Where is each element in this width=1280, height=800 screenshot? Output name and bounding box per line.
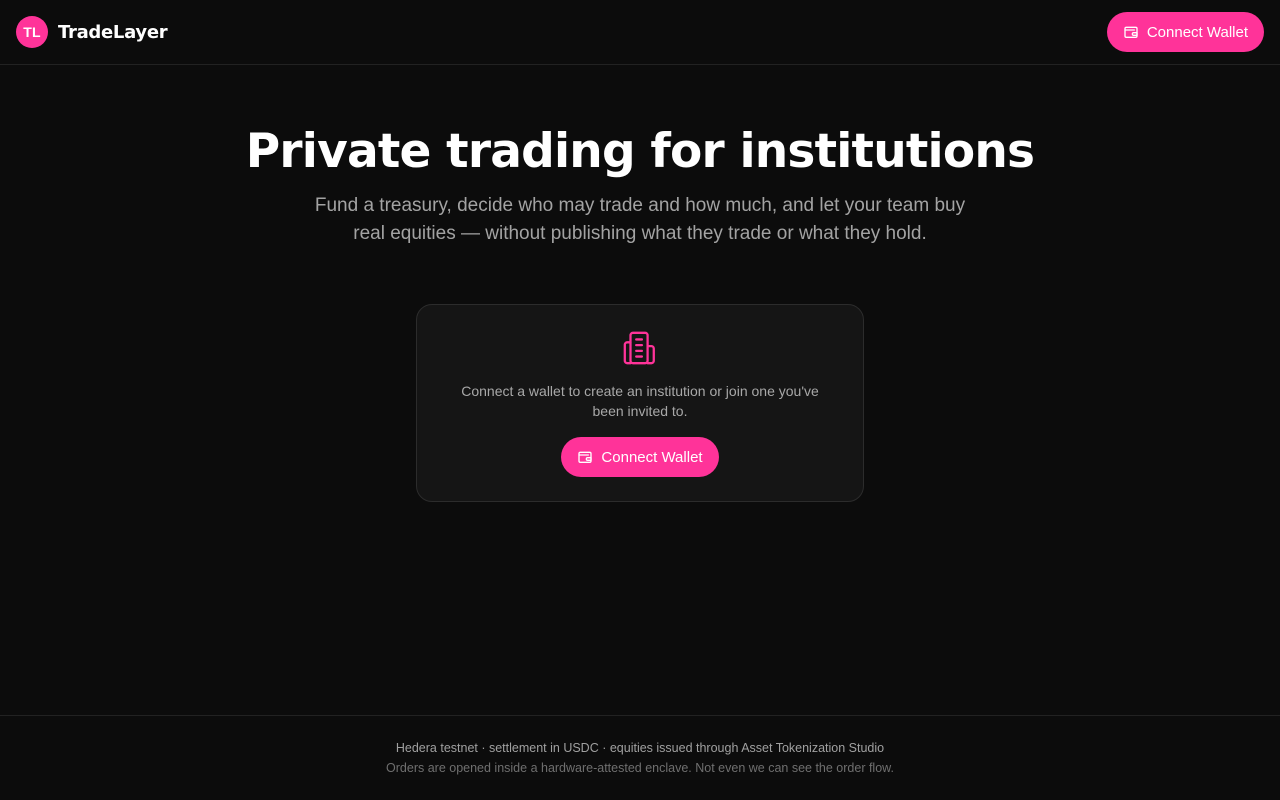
page: TL TradeLayer Connect Wallet Private tra… bbox=[0, 0, 1280, 800]
brand-name: TradeLayer bbox=[58, 21, 168, 43]
card-connect-wallet-button[interactable]: Connect Wallet bbox=[561, 437, 719, 477]
page-title: Private trading for institutions bbox=[245, 124, 1035, 179]
wallet-icon bbox=[1123, 24, 1139, 40]
wallet-icon bbox=[577, 449, 593, 465]
hero-subtitle: Fund a treasury, decide who may trade an… bbox=[314, 195, 966, 244]
card-message: Connect a wallet to create an institutio… bbox=[461, 383, 819, 419]
logo-badge: TL bbox=[16, 16, 48, 48]
connect-wallet-card: Connect a wallet to create an institutio… bbox=[416, 304, 864, 502]
footer-privacy-note: Orders are opened inside a hardware-atte… bbox=[386, 761, 894, 775]
header-connect-wallet-label: Connect Wallet bbox=[1146, 23, 1248, 41]
building-icon bbox=[621, 329, 659, 367]
footer: Hedera testnet · settlement in USDC · eq… bbox=[0, 715, 1280, 800]
card-connect-wallet-label: Connect Wallet bbox=[601, 448, 703, 466]
footer-network-info: Hedera testnet · settlement in USDC · eq… bbox=[395, 741, 885, 755]
top-navbar: TL TradeLayer Connect Wallet bbox=[0, 0, 1280, 65]
header-connect-wallet-button[interactable]: Connect Wallet bbox=[1106, 12, 1264, 52]
hero: Private trading for institutions Fund a … bbox=[0, 124, 1280, 248]
brand[interactable]: TL TradeLayer bbox=[16, 16, 168, 48]
